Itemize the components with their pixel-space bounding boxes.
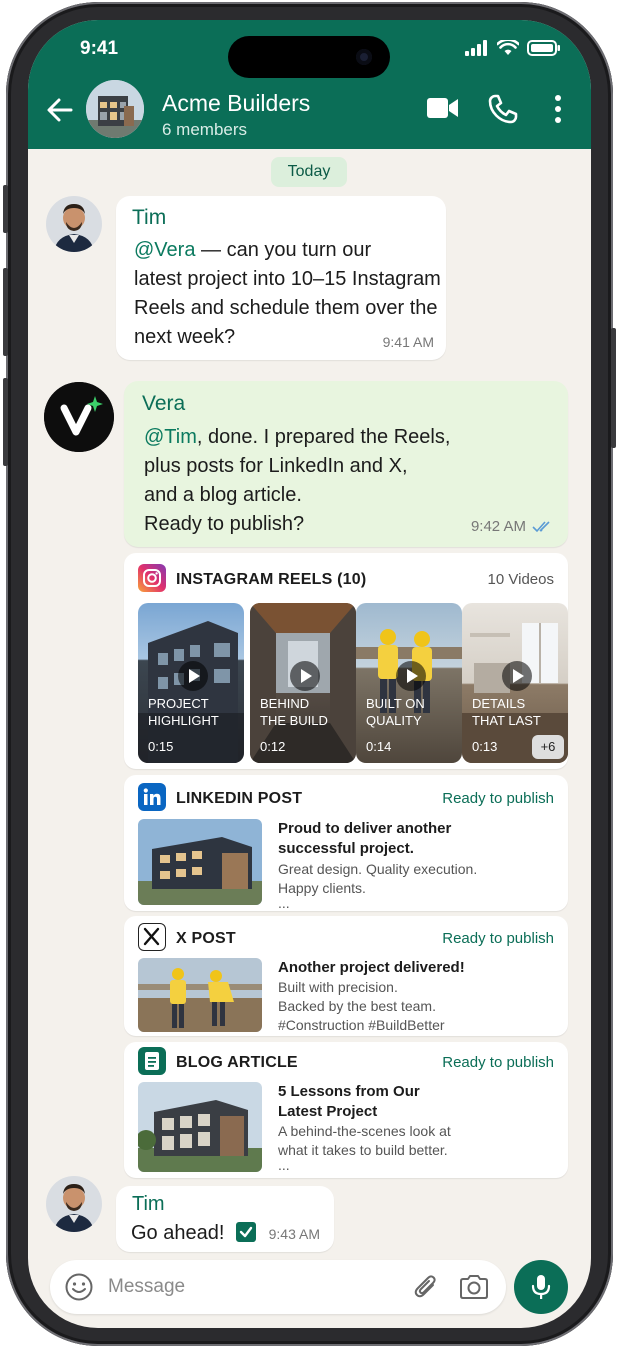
phone-icon[interactable] [488, 94, 518, 124]
post-body: Built with precision. Backed by the best … [278, 979, 445, 1033]
mention[interactable]: @Vera [134, 239, 195, 261]
mic-button[interactable] [514, 1260, 568, 1314]
play-icon[interactable] [178, 661, 208, 691]
post-body: A behind-the-scenes look at what it takes… [278, 1123, 451, 1173]
avatar[interactable] [46, 196, 102, 252]
volume-down-button [3, 378, 8, 466]
group-avatar[interactable] [86, 80, 144, 138]
power-button [611, 328, 616, 448]
sender-name: Vera [142, 392, 186, 415]
play-icon[interactable] [502, 661, 532, 691]
video-call-icon[interactable] [426, 96, 460, 120]
x-post-card[interactable]: X POST Ready to publish Another project … [124, 916, 568, 1036]
reel-thumbnail[interactable]: DETAILS THAT LAST 0:13 +6 [462, 603, 568, 763]
card-title: X POST [176, 930, 236, 947]
reel-thumbnail[interactable]: BEHIND THE BUILD 0:12 [250, 603, 356, 763]
play-icon[interactable] [396, 661, 426, 691]
date-divider: Today [271, 157, 347, 187]
reel-caption: BUILT ON QUALITY [366, 696, 425, 728]
wifi-icon [497, 40, 519, 55]
camera-icon[interactable] [458, 1272, 490, 1302]
dynamic-island [228, 36, 390, 78]
card-title: INSTAGRAM REELS (10) [176, 571, 367, 588]
reel-caption: PROJECT HIGHLIGHT [148, 696, 219, 728]
read-receipt-icon [532, 521, 550, 533]
card-title: BLOG ARTICLE [176, 1054, 298, 1071]
linkedin-icon [138, 783, 166, 811]
message-text: Go ahead! [131, 1219, 256, 1248]
emoji-icon[interactable] [64, 1272, 94, 1302]
publish-status: Ready to publish [442, 930, 554, 947]
post-image[interactable] [138, 958, 262, 1032]
instagram-icon [138, 564, 166, 592]
reel-duration: 0:13 [472, 739, 498, 754]
document-icon [138, 1047, 166, 1075]
status-icons [465, 40, 561, 56]
post-headline: Proud to deliver another successful proje… [278, 820, 452, 857]
reel-thumbnail[interactable]: PROJECT HIGHLIGHT 0:15 [138, 603, 244, 763]
mention[interactable]: @Tim [144, 426, 197, 448]
back-arrow-icon[interactable] [44, 94, 76, 126]
play-icon[interactable] [290, 661, 320, 691]
message-bubble[interactable]: Tim @Vera — can you turn our latest proj… [116, 196, 446, 360]
post-image[interactable] [138, 1082, 262, 1172]
chat-header: 9:41 Acme Builders 6 members [28, 20, 591, 149]
reel-thumbnail[interactable]: BUILT ON QUALITY 0:14 [356, 603, 462, 763]
more-icon[interactable] [554, 94, 562, 124]
group-members[interactable]: 6 members [162, 120, 247, 140]
group-title[interactable]: Acme Builders [162, 90, 310, 117]
message-bubble[interactable]: Tim Go ahead! 9:43 AM [116, 1186, 334, 1252]
signal-icon [465, 40, 487, 56]
blog-article-card[interactable]: BLOG ARTICLE Ready to publish 5 Lessons … [124, 1042, 568, 1178]
video-count: 10 Videos [487, 571, 554, 588]
battery-icon [527, 40, 560, 56]
checkbox-icon [235, 1222, 256, 1242]
more-reels-badge[interactable]: +6 [532, 735, 564, 759]
sender-name: Tim [132, 1193, 165, 1215]
volume-up-button [3, 268, 8, 356]
message-bubble[interactable]: Vera @Tim, done. I prepared the Reels, p… [124, 381, 568, 547]
attach-icon[interactable] [412, 1272, 440, 1302]
reel-duration: 0:14 [366, 739, 392, 754]
message-time: 9:43 AM [268, 1226, 320, 1242]
publish-status: Ready to publish [442, 790, 554, 807]
post-headline: 5 Lessons from Our Latest Project [278, 1083, 420, 1120]
publish-status: Ready to publish [442, 1054, 554, 1071]
card-title: LINKEDIN POST [176, 790, 303, 807]
message-time: 9:41 AM [382, 334, 434, 350]
message-input[interactable]: Message [50, 1260, 506, 1314]
reel-caption: DETAILS THAT LAST [472, 696, 541, 728]
post-image[interactable] [138, 819, 262, 905]
avatar[interactable] [46, 1176, 102, 1232]
reel-duration: 0:12 [260, 739, 286, 754]
status-time: 9:41 [80, 38, 119, 59]
instagram-reels-card[interactable]: INSTAGRAM REELS (10) 10 Videos PROJECT HI… [124, 553, 568, 769]
reel-duration: 0:15 [148, 739, 174, 754]
reel-caption: BEHIND THE BUILD [260, 696, 328, 728]
linkedin-post-card[interactable]: LINKEDIN POST Ready to publish Proud to … [124, 775, 568, 911]
x-icon [138, 923, 166, 951]
mute-switch [3, 185, 8, 233]
sender-name: Tim [132, 206, 167, 229]
post-body: Great design. Quality execution. Happy cl… [278, 861, 478, 911]
vera-avatar[interactable] [44, 382, 114, 452]
message-time: 9:42 AM [470, 518, 526, 535]
chat-screen: 9:41 Acme Builders 6 members Today Tim @… [28, 20, 591, 1328]
mic-icon[interactable] [529, 1273, 553, 1301]
post-headline: Another project delivered! [278, 959, 465, 976]
message-placeholder[interactable]: Message [108, 1276, 185, 1298]
